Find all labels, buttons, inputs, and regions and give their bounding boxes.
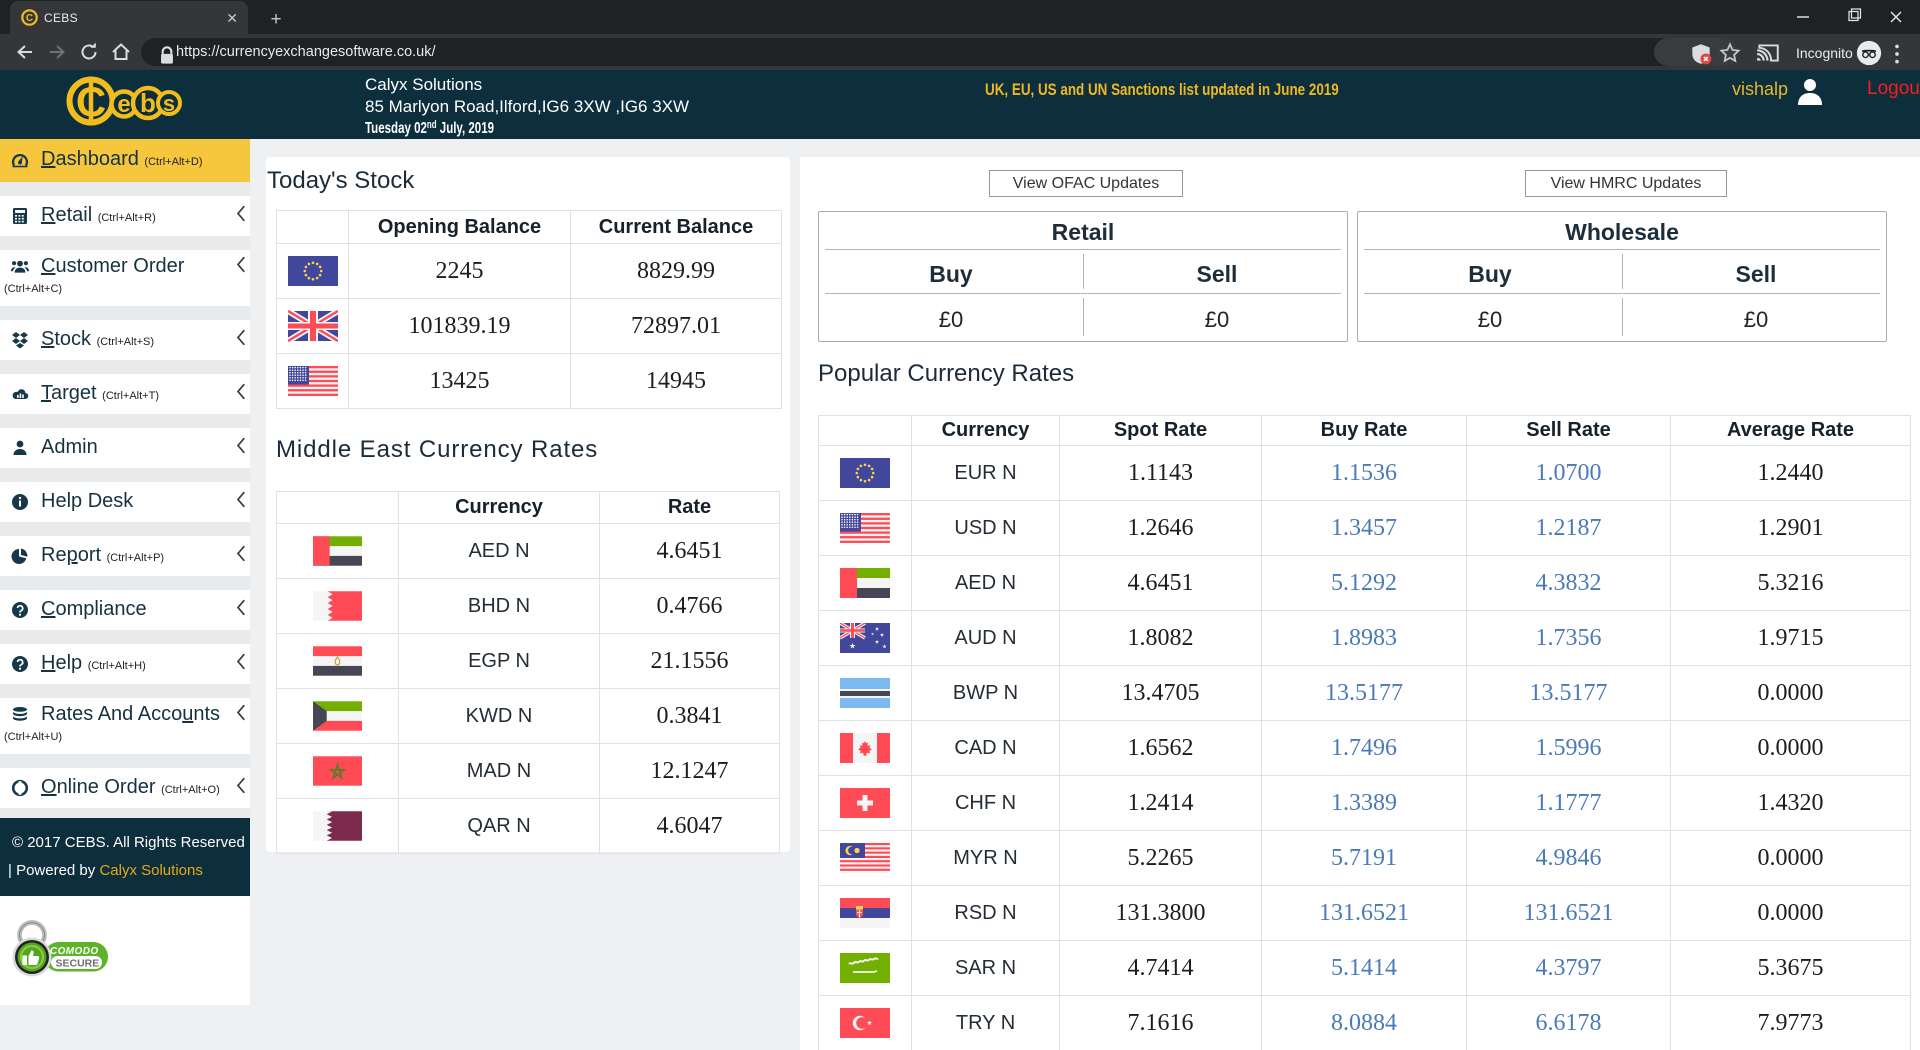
svg-text:s: s (163, 91, 175, 116)
svg-text:SECURE: SECURE (56, 958, 100, 970)
svg-text:b: b (140, 88, 156, 118)
svg-text:e: e (117, 91, 130, 118)
svg-text:COMODO: COMODO (50, 946, 99, 957)
